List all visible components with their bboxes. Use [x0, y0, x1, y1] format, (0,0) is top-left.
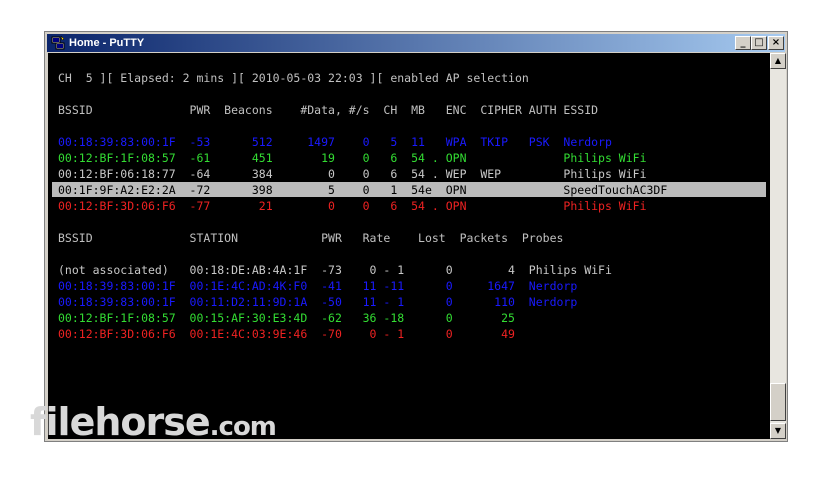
putty-app-icon[interactable]	[50, 35, 66, 51]
station-row: 00:18:39:83:00:1F 00:1E:4C:AD:4K:F0 -41 …	[58, 279, 578, 293]
scrollbar-thumb[interactable]	[770, 383, 786, 421]
station-row: 00:12:BF:3D:06:F6 00:1E:4C:03:9E:46 -70 …	[58, 327, 515, 341]
filehorse-watermark: filehorse.com	[30, 400, 277, 444]
station-row: 00:12:BF:1F:08:57 00:15:AF:30:E3:4D -62 …	[58, 311, 515, 325]
putty-window: Home - PuTTY _ □ × CH 5 ][ Elapsed: 2 mi…	[44, 31, 788, 442]
window-title: Home - PuTTY	[69, 37, 145, 49]
station-row: (not associated) 00:18:DE:AB:4A:1F -73 0…	[58, 263, 612, 277]
watermark-text: filehorse	[30, 400, 211, 444]
ap-table-header: BSSID PWR Beacons #Data, #/s CH MB ENC C…	[58, 103, 599, 117]
vertical-scrollbar[interactable]: ▲ ▼	[770, 53, 786, 439]
ap-row: 00:12:BF:3D:06:F6 -77 21 0 0 6 54 . OPN …	[58, 199, 647, 213]
scroll-up-arrow-icon[interactable]: ▲	[770, 53, 786, 69]
ap-row: 00:12:BF:1F:08:57 -61 451 19 0 6 54 . OP…	[58, 151, 647, 165]
minimize-button[interactable]: _	[735, 36, 751, 50]
ap-row: 00:18:39:83:00:1F -53 512 1497 0 5 11 WP…	[58, 135, 612, 149]
ap-row: 00:12:BF:06:18:77 -64 384 0 0 6 54 . WEP…	[58, 167, 647, 181]
ap-row: 00:1F:9F:A2:E2:2A -72 398 5 0 1 54e OPN …	[58, 183, 668, 197]
maximize-button[interactable]: □	[751, 36, 767, 50]
watermark-suffix: .com	[209, 412, 277, 442]
status-line: CH 5 ][ Elapsed: 2 mins ][ 2010-05-03 22…	[58, 71, 529, 85]
scroll-down-arrow-icon[interactable]: ▼	[770, 423, 786, 439]
close-button[interactable]: ×	[768, 36, 784, 50]
station-table-header: BSSID STATION PWR Rate Lost Packets Prob…	[58, 231, 564, 245]
title-bar[interactable]: Home - PuTTY _ □ ×	[47, 34, 785, 52]
station-row: 00:18:39:83:00:1F 00:11:D2:11:9D:1A -50 …	[58, 295, 578, 309]
terminal-screen[interactable]: CH 5 ][ Elapsed: 2 mins ][ 2010-05-03 22…	[48, 53, 770, 439]
